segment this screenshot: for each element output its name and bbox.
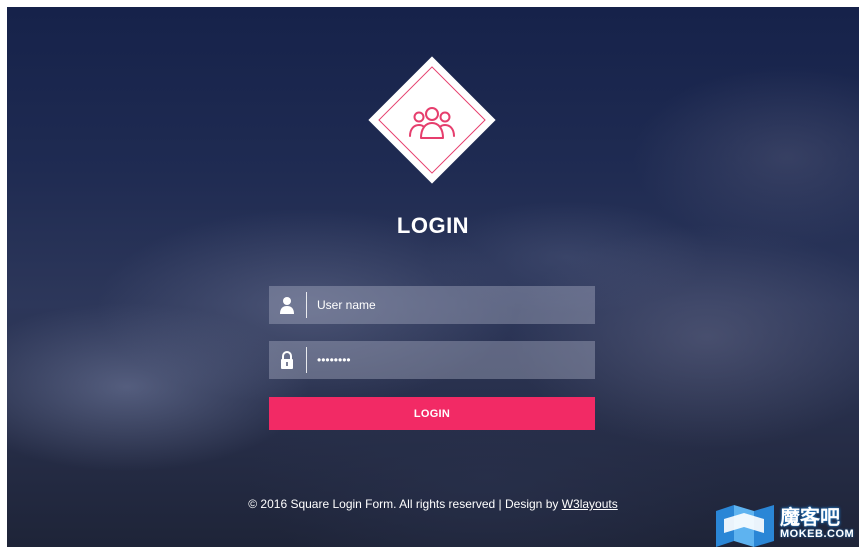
watermark-title: 魔客吧 [780, 507, 840, 529]
site-watermark: 魔客吧 MOKEB.COM [714, 501, 854, 547]
password-field[interactable] [269, 341, 595, 379]
watermark-subtitle: MOKEB.COM [780, 528, 855, 540]
username-input[interactable] [317, 286, 587, 324]
password-separator [306, 347, 307, 373]
user-icon [269, 286, 305, 324]
w3layouts-link[interactable]: W3layouts [562, 497, 618, 511]
username-separator [306, 292, 307, 318]
username-field[interactable] [269, 286, 595, 324]
footer-text: © 2016 Square Login Form. All rights res… [248, 497, 562, 511]
map-logo-icon [716, 505, 774, 547]
password-input[interactable] [317, 341, 587, 379]
login-title: LOGIN [396, 213, 470, 238]
login-page-background: LOGIN LOGIN © 2016 Square Login Form. Al… [7, 7, 859, 547]
login-button[interactable]: LOGIN [269, 397, 595, 430]
lock-icon [269, 341, 305, 379]
users-group-icon [409, 107, 455, 139]
